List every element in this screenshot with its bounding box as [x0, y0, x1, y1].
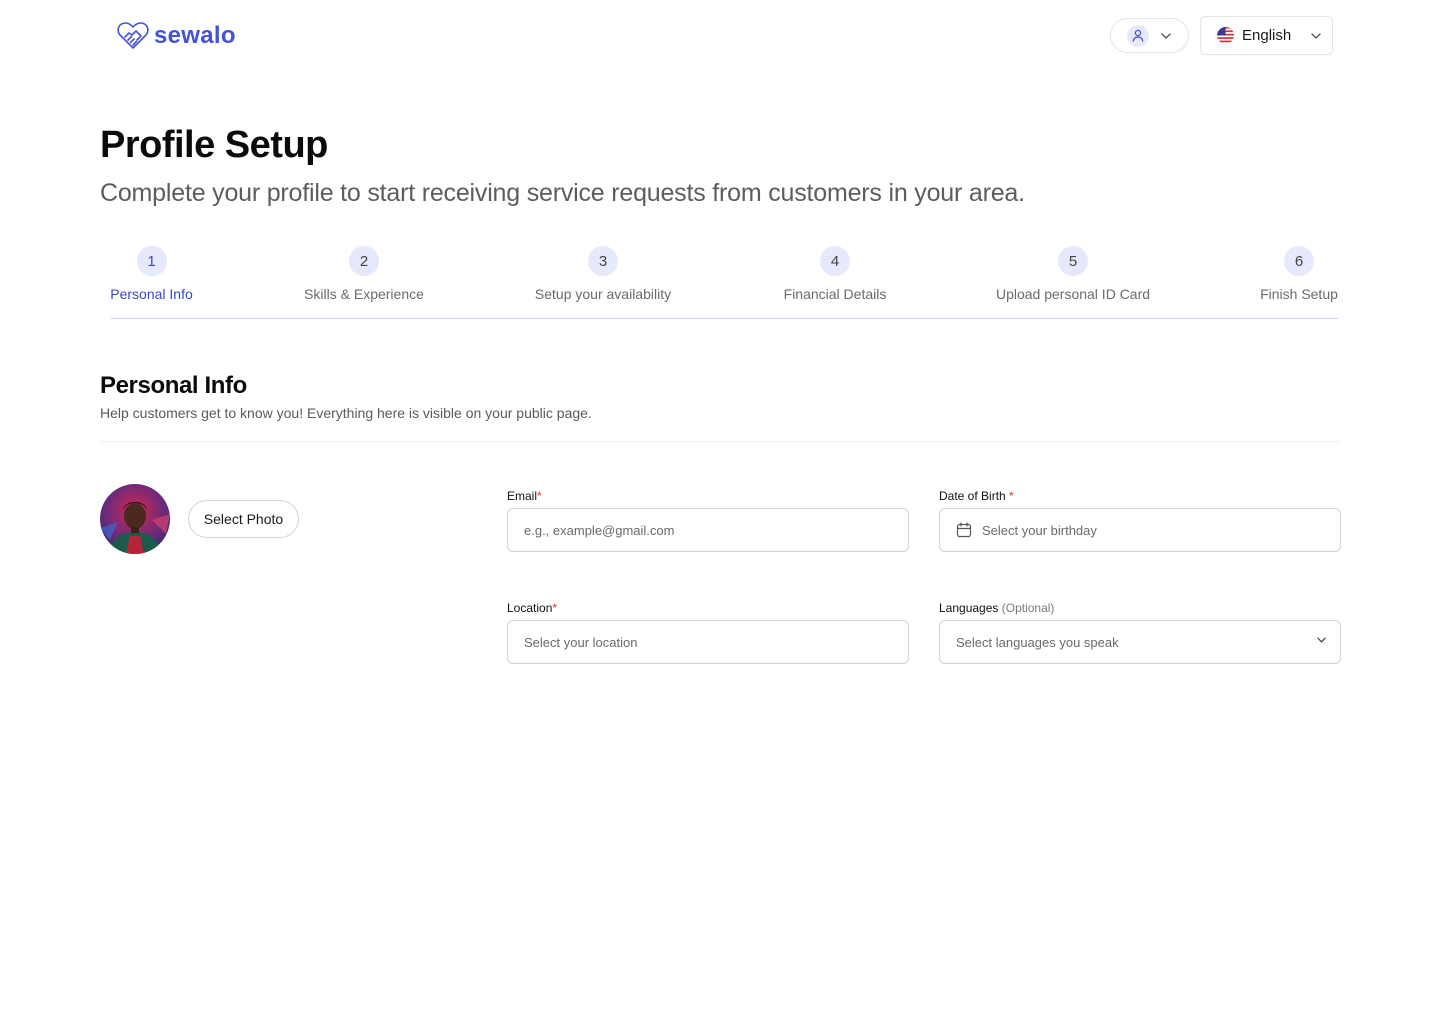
step-availability[interactable]: 3 Setup your availability: [533, 246, 673, 302]
user-icon: [1127, 24, 1149, 47]
progress-stepper: 1 Personal Info 2 Skills & Experience 3 …: [0, 240, 1440, 320]
stepper-track: [111, 318, 1338, 319]
email-field[interactable]: [507, 508, 909, 552]
languages-placeholder: Select languages you speak: [956, 634, 1119, 650]
section-divider: [100, 441, 1340, 442]
page-title: Profile Setup: [100, 124, 328, 166]
step-upload-id-card[interactable]: 5 Upload personal ID Card: [996, 246, 1150, 302]
step-number: 6: [1284, 246, 1314, 276]
top-header: sewalo English: [0, 0, 1440, 72]
language-label: English: [1242, 27, 1292, 44]
section-description: Help customers get to know you! Everythi…: [100, 405, 592, 421]
birthday-picker[interactable]: Select your birthday: [939, 508, 1341, 552]
languages-label: Languages (Optional): [939, 601, 1055, 615]
step-number: 2: [349, 246, 379, 276]
step-number: 5: [1058, 246, 1088, 276]
optional-mark: (Optional): [1001, 601, 1055, 615]
chevron-down-icon: [1317, 637, 1326, 643]
us-flag-icon: [1217, 27, 1234, 44]
brand-logo[interactable]: sewalo: [116, 20, 236, 52]
required-mark: *: [537, 489, 542, 503]
birthday-placeholder: Select your birthday: [982, 522, 1097, 538]
step-label: Finish Setup: [1260, 286, 1338, 302]
handshake-heart-icon: [117, 22, 149, 49]
step-label: Skills & Experience: [304, 286, 424, 302]
profile-avatar: [100, 484, 170, 554]
chevron-down-icon: [1311, 32, 1321, 39]
required-mark: *: [1009, 489, 1014, 503]
step-label: Setup your availability: [534, 286, 672, 302]
section-title: Personal Info: [100, 372, 247, 399]
step-label: Financial Details: [783, 286, 887, 302]
select-photo-button[interactable]: Select Photo: [188, 500, 299, 538]
calendar-icon: [956, 522, 972, 538]
chevron-down-icon: [1161, 32, 1171, 39]
step-label: Upload personal ID Card: [995, 286, 1151, 302]
language-selector[interactable]: English: [1200, 16, 1333, 55]
step-financial-details[interactable]: 4 Financial Details: [782, 246, 888, 302]
email-label: Email*: [507, 489, 542, 503]
step-skills-experience[interactable]: 2 Skills & Experience: [304, 246, 424, 302]
step-number: 4: [820, 246, 850, 276]
step-label: Personal Info: [110, 286, 193, 302]
location-label: Location*: [507, 601, 558, 615]
location-field[interactable]: Select your location: [507, 620, 909, 664]
step-number: 3: [588, 246, 618, 276]
email-input[interactable]: [524, 522, 908, 538]
user-menu-button[interactable]: [1110, 18, 1189, 53]
page-subtitle: Complete your profile to start receiving…: [100, 179, 1025, 207]
location-placeholder: Select your location: [524, 634, 638, 650]
brand-name: sewalo: [154, 22, 236, 49]
languages-select[interactable]: Select languages you speak: [939, 620, 1341, 664]
dob-label: Date of Birth *: [939, 489, 1014, 503]
step-personal-info[interactable]: 1 Personal Info: [110, 246, 193, 302]
step-number: 1: [136, 246, 167, 276]
required-mark: *: [552, 601, 558, 615]
step-finish-setup[interactable]: 6 Finish Setup: [1258, 246, 1340, 302]
